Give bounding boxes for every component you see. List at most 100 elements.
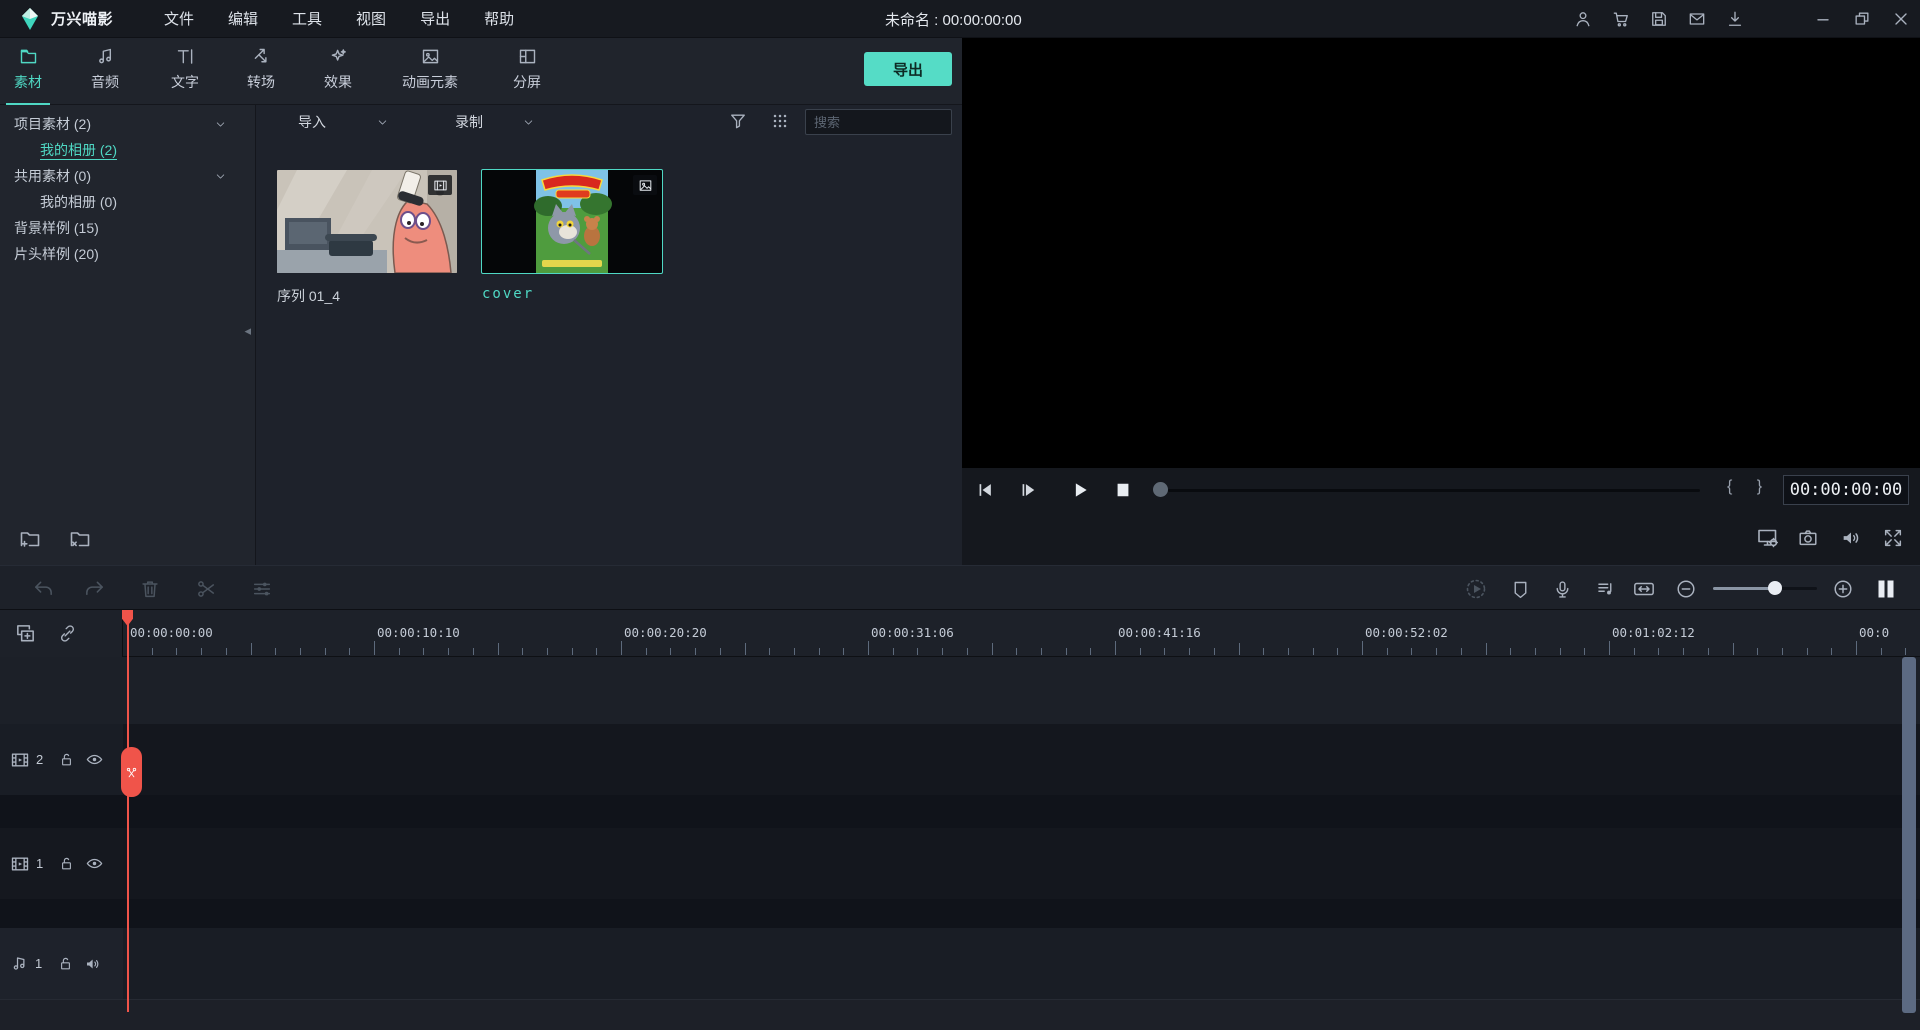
toggle-track-visibility-button[interactable] xyxy=(85,854,104,873)
media-item-cover[interactable]: cover xyxy=(482,170,662,302)
sidebar-item-my-album-shared[interactable]: 我的相册 (0) xyxy=(0,189,255,215)
save-icon[interactable] xyxy=(1648,8,1670,30)
sidebar-item-intro-samples[interactable]: 片头样例 (20) xyxy=(0,241,255,267)
zoom-in-button[interactable] xyxy=(1831,577,1855,601)
track-number: 2 xyxy=(36,752,54,767)
delete-button[interactable] xyxy=(138,577,162,601)
tab-media[interactable]: 素材 xyxy=(14,46,42,92)
timeline-zoom-slider[interactable] xyxy=(1713,587,1817,590)
search-box xyxy=(805,109,952,135)
audio-track-1-lane[interactable] xyxy=(123,928,1920,999)
fullscreen-icon[interactable] xyxy=(1881,526,1905,550)
sidebar-item-my-album-project[interactable]: 我的相册 (2) xyxy=(0,137,255,163)
lock-track-button[interactable] xyxy=(57,955,74,972)
display-settings-icon[interactable] xyxy=(1756,526,1780,550)
add-folder-button[interactable] xyxy=(18,527,42,551)
menu-tools[interactable]: 工具 xyxy=(286,6,328,31)
render-preview-button[interactable] xyxy=(1464,577,1488,601)
play-button[interactable] xyxy=(1069,479,1091,501)
zoom-slider-handle[interactable] xyxy=(1768,581,1782,595)
undo-button[interactable] xyxy=(31,577,55,601)
delete-folder-button[interactable] xyxy=(68,527,92,551)
track-number: 1 xyxy=(35,956,53,971)
menu-view[interactable]: 视图 xyxy=(350,6,392,31)
tab-splitscreen[interactable]: 分屏 xyxy=(513,46,541,92)
media-browser: 导入 录制 xyxy=(256,105,962,565)
export-button[interactable]: 导出 xyxy=(864,52,952,86)
timeline-vertical-scrollbar[interactable] xyxy=(1902,657,1916,1013)
store-cart-icon[interactable] xyxy=(1610,8,1632,30)
ruler-timestamp: 00:00:41:16 xyxy=(1118,625,1201,640)
asset-tabbar: 素材 音频 文字 转场 效果 动画元素 xyxy=(0,38,962,105)
minimize-button[interactable] xyxy=(1812,8,1834,30)
mute-track-button[interactable] xyxy=(84,955,102,973)
timeline-bottom-band xyxy=(0,999,1920,1030)
grid-view-icon[interactable] xyxy=(770,111,790,136)
restore-button[interactable] xyxy=(1851,8,1873,30)
tab-transitions[interactable]: 转场 xyxy=(247,46,275,92)
menu-edit[interactable]: 编辑 xyxy=(222,6,264,31)
previous-frame-button[interactable] xyxy=(974,479,996,501)
timeline-ruler[interactable]: 00:00:00:0000:00:10:1000:00:20:2000:00:3… xyxy=(0,610,1920,657)
download-icon[interactable] xyxy=(1724,8,1746,30)
filter-icon[interactable] xyxy=(728,111,748,131)
link-clips-button[interactable] xyxy=(57,623,78,644)
lock-track-button[interactable] xyxy=(58,855,75,872)
cover-thumbnail[interactable] xyxy=(482,170,662,273)
import-button[interactable]: 导入 xyxy=(298,112,326,132)
sidebar-item-shared-media[interactable]: 共用素材 (0) xyxy=(0,163,255,189)
adjust-properties-button[interactable] xyxy=(250,577,274,601)
sidebar-item-project-media[interactable]: 项目素材 (2) xyxy=(0,111,255,137)
lock-track-button[interactable] xyxy=(58,751,75,768)
mark-in-out-buttons[interactable]: { } xyxy=(1727,478,1772,496)
record-button[interactable]: 录制 xyxy=(455,112,483,132)
menu-help[interactable]: 帮助 xyxy=(478,6,520,31)
menu-export[interactable]: 导出 xyxy=(414,6,456,31)
playhead-scissors-handle[interactable] xyxy=(121,747,142,797)
sequence-thumbnail[interactable] xyxy=(277,170,457,273)
panel-collapse-handle[interactable]: ◂ xyxy=(244,323,251,339)
chevron-down-icon[interactable] xyxy=(214,118,227,131)
preview-viewport[interactable] xyxy=(962,38,1920,468)
tab-text[interactable]: 文字 xyxy=(171,46,199,92)
project-title: 未命名 : 00:00:00:00 xyxy=(885,0,1022,38)
account-icon[interactable] xyxy=(1572,8,1594,30)
video-track-1-lane[interactable] xyxy=(123,828,1920,899)
snapshot-camera-icon[interactable] xyxy=(1796,526,1820,550)
transition-arrows-icon xyxy=(251,46,272,67)
video-track-2-lane[interactable] xyxy=(123,724,1920,795)
redo-button[interactable] xyxy=(82,577,106,601)
record-chevron-icon[interactable] xyxy=(522,116,535,129)
seek-handle[interactable] xyxy=(1153,482,1168,497)
import-chevron-icon[interactable] xyxy=(376,116,389,129)
split-scissors-button[interactable] xyxy=(194,577,218,601)
ruler-timestamp: 00:01:02:12 xyxy=(1612,625,1695,640)
track-manager-button[interactable] xyxy=(1874,577,1898,601)
tab-audio[interactable]: 音频 xyxy=(91,46,119,92)
add-track-button[interactable] xyxy=(14,622,37,645)
tab-effects[interactable]: 效果 xyxy=(324,46,352,92)
volume-icon[interactable] xyxy=(1839,526,1863,550)
next-frame-button[interactable] xyxy=(1017,479,1039,501)
stop-button[interactable] xyxy=(1112,479,1134,501)
folder-icon xyxy=(18,46,39,67)
menu-file[interactable]: 文件 xyxy=(158,6,200,31)
feedback-mail-icon[interactable] xyxy=(1686,8,1708,30)
fit-timeline-button[interactable] xyxy=(1632,577,1656,601)
tab-elements[interactable]: 动画元素 xyxy=(402,46,458,92)
logo-diamond-icon xyxy=(18,7,42,31)
playhead-line[interactable] xyxy=(127,610,129,1012)
zoom-out-button[interactable] xyxy=(1674,577,1698,601)
media-item-sequence[interactable]: 序列 01_4 xyxy=(277,170,457,306)
audio-mixer-button[interactable] xyxy=(1593,577,1617,601)
marker-button[interactable] xyxy=(1508,577,1532,601)
chevron-down-icon[interactable] xyxy=(214,170,227,183)
seek-bar[interactable] xyxy=(1168,489,1700,492)
sidebar-item-background-samples[interactable]: 背景样例 (15) xyxy=(0,215,255,241)
voiceover-mic-button[interactable] xyxy=(1550,577,1574,601)
timecode-display[interactable]: 00:00:00:00 xyxy=(1783,475,1909,505)
audio-track-1-header: 1 xyxy=(0,928,123,999)
close-button[interactable] xyxy=(1890,8,1912,30)
toggle-track-visibility-button[interactable] xyxy=(85,750,104,769)
ruler-timestamp: 00:00:31:06 xyxy=(871,625,954,640)
